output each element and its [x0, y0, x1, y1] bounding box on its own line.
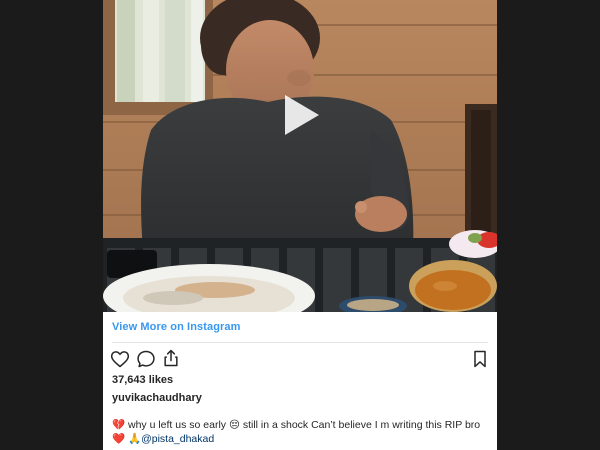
caption-mention-link[interactable]: @pista_dhakad — [141, 433, 214, 445]
page: View More on Instagram 37,643 likes yuvi… — [0, 0, 600, 450]
video-thumbnail — [103, 0, 497, 312]
share-icon[interactable] — [161, 348, 181, 368]
play-icon[interactable] — [275, 90, 325, 140]
instagram-embed-card: View More on Instagram 37,643 likes yuvi… — [103, 0, 497, 450]
post-username[interactable]: yuvikachaudhary — [112, 392, 202, 404]
heart-icon[interactable] — [110, 349, 130, 369]
likes-count: 37,643 likes — [112, 374, 174, 386]
divider — [112, 342, 488, 343]
comment-icon[interactable] — [136, 349, 156, 369]
video-player[interactable] — [103, 0, 497, 312]
view-more-on-instagram-link[interactable]: View More on Instagram — [112, 321, 241, 333]
post-caption: 💔 why u left us so early 😔 still in a sh… — [112, 418, 488, 446]
bookmark-icon[interactable] — [470, 349, 490, 369]
